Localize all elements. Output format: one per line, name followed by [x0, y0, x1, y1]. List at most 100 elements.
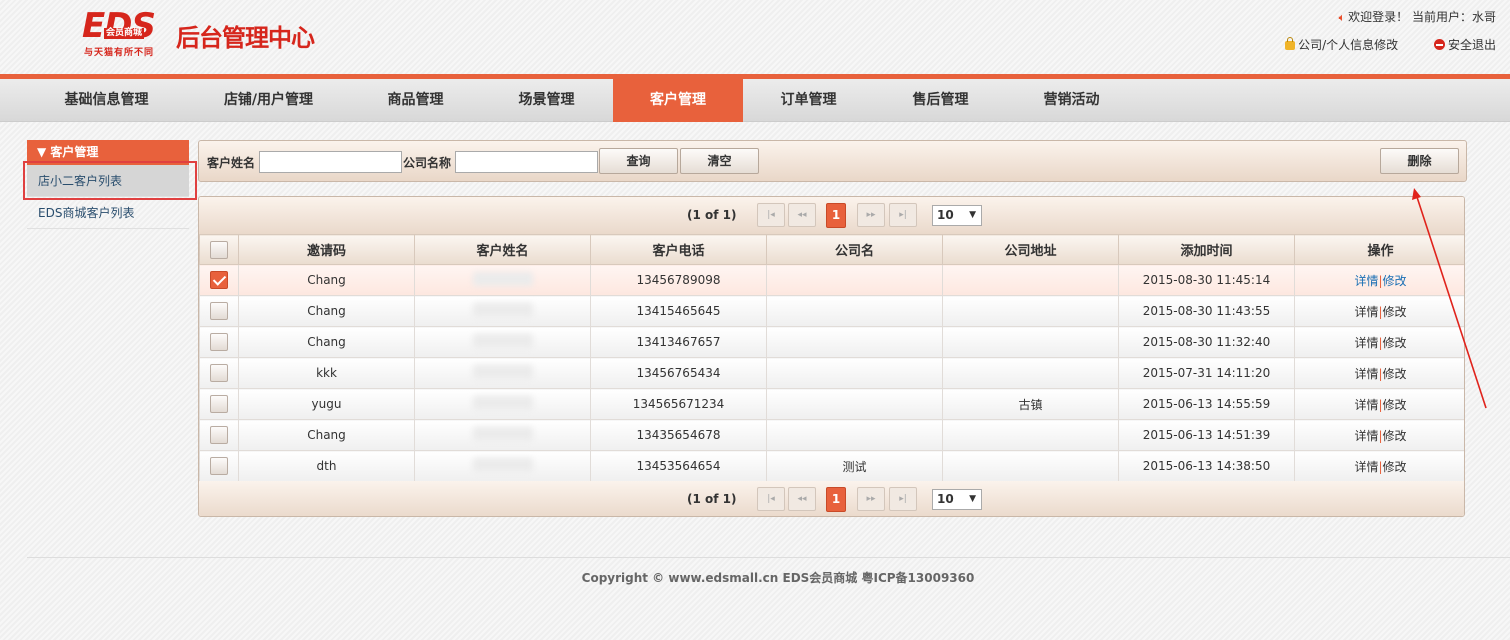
row-checkbox[interactable]: [210, 302, 228, 320]
sidebar-item-store-customers[interactable]: 店小二客户列表: [23, 161, 197, 200]
current-page-button[interactable]: 1: [826, 487, 846, 512]
edit-link[interactable]: 修改: [1383, 305, 1407, 319]
logo-slogan: 与天猫有所不同: [84, 48, 155, 58]
edit-link[interactable]: 修改: [1383, 367, 1407, 381]
cell-address: [942, 295, 1119, 327]
table-row[interactable]: yugu 134565671234 古镇 2015-06-13 14:55:59 详情|…: [199, 388, 1464, 420]
col-header-code[interactable]: 邀请码: [238, 234, 415, 265]
cell-name: [414, 295, 591, 327]
row-checkbox[interactable]: [210, 426, 228, 444]
cell-phone: 134565671234: [590, 388, 767, 420]
detail-link[interactable]: 详情: [1354, 336, 1378, 350]
cell-name: [414, 450, 591, 482]
nav-item-store-user[interactable]: 店铺/用户管理: [205, 79, 332, 122]
nav-item-orders[interactable]: 订单管理: [745, 79, 872, 122]
footer-divider: [27, 557, 1510, 558]
nav-item-products[interactable]: 商品管理: [352, 79, 479, 122]
row-checkbox[interactable]: [210, 395, 228, 413]
nav-item-marketing[interactable]: 营销活动: [1008, 79, 1135, 122]
edit-link[interactable]: 修改: [1383, 429, 1407, 443]
first-page-button[interactable]: |◂: [757, 487, 785, 511]
row-checkbox[interactable]: [210, 333, 228, 351]
welcome-text: 欢迎登录！ 当前用户：水哥: [1348, 10, 1496, 24]
app-title: 后台管理中心: [176, 24, 315, 52]
cell-company: 测试: [766, 450, 943, 482]
table-row[interactable]: Chang 13456789098 2015-08-30 11:45:14 详情|修改: [199, 264, 1464, 296]
page-size-value: 10: [937, 492, 954, 506]
cell-address: 古镇: [942, 388, 1119, 420]
clear-button[interactable]: 清空: [680, 148, 759, 174]
current-page-button[interactable]: 1: [826, 203, 846, 228]
cell-name: [414, 264, 591, 296]
redacted-name: [472, 271, 533, 286]
col-header-time[interactable]: 添加时间: [1118, 234, 1295, 265]
edit-link[interactable]: 修改: [1383, 336, 1407, 350]
detail-link[interactable]: 详情: [1354, 460, 1378, 474]
col-header-company[interactable]: 公司名: [766, 234, 943, 265]
row-checkbox[interactable]: [210, 271, 228, 289]
cell-time: 2015-08-30 11:43:55: [1118, 295, 1295, 327]
cell-name: [414, 419, 591, 451]
edit-link[interactable]: 修改: [1383, 274, 1407, 288]
profile-link[interactable]: 公司/个人信息修改: [1285, 37, 1398, 52]
copyright-text: Copyright © www.edsmall.cn EDS会员商城 粤ICP备…: [581, 571, 975, 585]
nav-item-scenes[interactable]: 场景管理: [483, 79, 610, 122]
row-checkbox[interactable]: [210, 457, 228, 475]
page-info: (1 of 1): [687, 492, 737, 506]
query-button[interactable]: 查询: [599, 148, 678, 174]
logo-badge: 会员商城: [104, 28, 145, 39]
annotation-arrow: [1412, 188, 1487, 409]
last-page-button[interactable]: ▸|: [889, 203, 917, 227]
customer-table-panel: (1 of 1) |◂ ◂◂ 1 ▸▸ ▸| 10 ▼ 邀请码 客户姓名 客户电话…: [198, 196, 1465, 517]
prev-page-button[interactable]: ◂◂: [788, 203, 816, 227]
sidebar-item-eds-customers[interactable]: EDS商城客户列表: [27, 197, 189, 229]
detail-link[interactable]: 详情: [1354, 367, 1378, 381]
table-row[interactable]: kkk 13456765434 2015-07-31 14:11:20 详情|修改: [199, 357, 1464, 389]
row-checkbox[interactable]: [210, 364, 228, 382]
customer-name-label: 客户姓名: [207, 156, 256, 170]
company-name-input[interactable]: [455, 151, 598, 173]
first-page-button[interactable]: |◂: [757, 203, 785, 227]
cell-company: [766, 295, 943, 327]
table-row[interactable]: Chang 13413467657 2015-08-30 11:32:40 详情|修改: [199, 326, 1464, 358]
detail-link[interactable]: 详情: [1354, 305, 1378, 319]
logout-icon: [1433, 39, 1445, 50]
redacted-name: [472, 302, 533, 317]
delete-button[interactable]: 删除: [1380, 148, 1459, 174]
last-page-button[interactable]: ▸|: [889, 487, 917, 511]
table-row[interactable]: Chang 13415465645 2015-08-30 11:43:55 详情|修改: [199, 295, 1464, 327]
table-header-row: 邀请码 客户姓名 客户电话 公司名 公司地址 添加时间 操作: [199, 234, 1464, 265]
col-header-name[interactable]: 客户姓名: [414, 234, 591, 265]
edit-link[interactable]: 修改: [1383, 398, 1407, 412]
row-select-cell: [199, 419, 239, 451]
cell-code: dth: [238, 450, 415, 482]
cell-code: Chang: [238, 419, 415, 451]
nav-item-customers[interactable]: 客户管理: [613, 79, 743, 122]
cell-name: [414, 357, 591, 389]
detail-link[interactable]: 详情: [1354, 398, 1378, 412]
prev-page-button[interactable]: ◂◂: [788, 487, 816, 511]
table-row[interactable]: dth 13453564654 测试 2015-06-13 14:38:50 详情|修改: [199, 450, 1464, 482]
nav-item-after-sales[interactable]: 售后管理: [877, 79, 1004, 122]
cell-time: 2015-06-13 14:51:39: [1118, 419, 1295, 451]
logout-link-label: 安全退出: [1447, 38, 1496, 52]
col-header-address[interactable]: 公司地址: [942, 234, 1119, 265]
logout-link[interactable]: 安全退出: [1433, 38, 1496, 52]
cell-address: [942, 326, 1119, 358]
cell-name: [414, 388, 591, 420]
page-size-select[interactable]: 10 ▼: [932, 489, 982, 510]
cell-address: [942, 419, 1119, 451]
detail-link[interactable]: 详情: [1354, 274, 1378, 288]
next-page-button[interactable]: ▸▸: [857, 487, 885, 511]
redacted-name: [472, 364, 533, 379]
col-header-phone[interactable]: 客户电话: [590, 234, 767, 265]
nav-item-basic-info[interactable]: 基础信息管理: [43, 79, 170, 122]
customer-name-input[interactable]: [259, 151, 402, 173]
page-size-select[interactable]: 10 ▼: [932, 205, 982, 226]
redacted-name: [472, 395, 533, 410]
select-all-checkbox[interactable]: [210, 240, 228, 259]
next-page-button[interactable]: ▸▸: [857, 203, 885, 227]
table-row[interactable]: Chang 13435654678 2015-06-13 14:51:39 详情|修改: [199, 419, 1464, 451]
edit-link[interactable]: 修改: [1383, 460, 1407, 474]
detail-link[interactable]: 详情: [1354, 429, 1378, 443]
